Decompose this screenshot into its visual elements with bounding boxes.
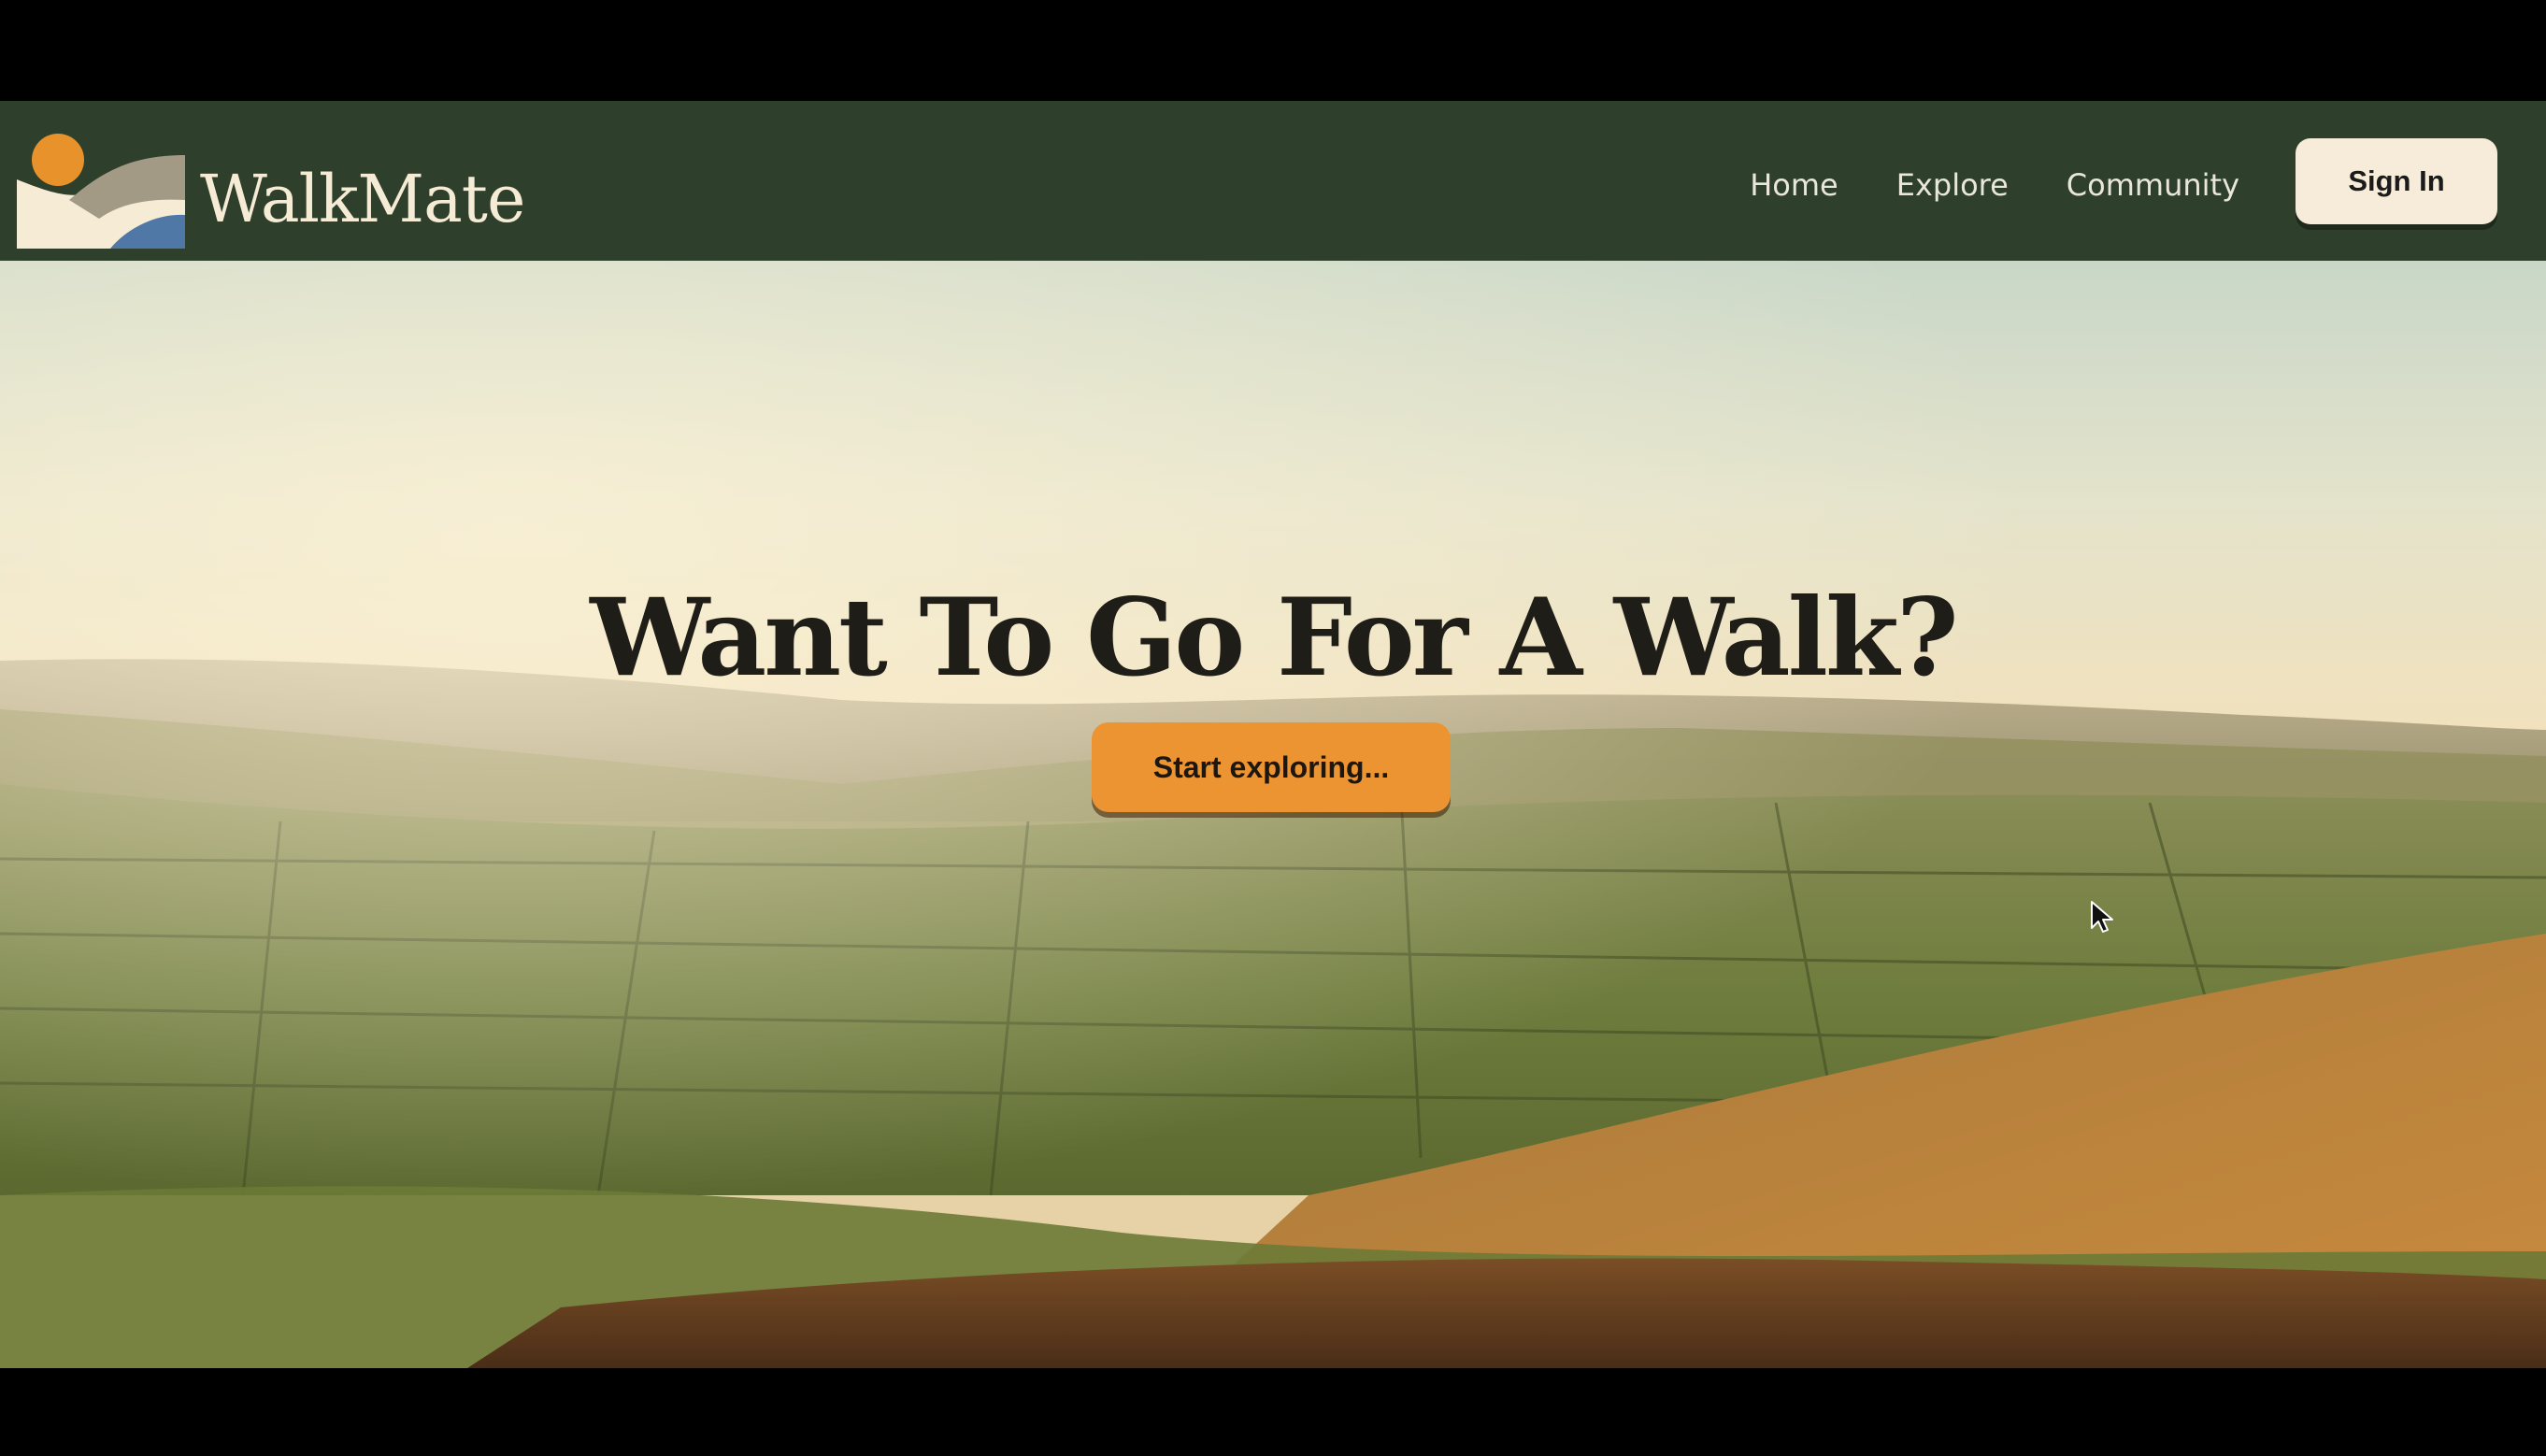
- brand-name: WalkMate: [200, 161, 525, 237]
- sun-hills-logo-icon: [17, 134, 185, 249]
- top-navbar: WalkMate Home Explore Community Sign In: [0, 101, 2546, 261]
- hero-section: Want To Go For A Walk? Start exploring..…: [0, 261, 2546, 1368]
- nav-links: Home Explore Community: [1750, 157, 2239, 213]
- nav-explore-link[interactable]: Explore: [1896, 167, 2009, 203]
- nav-home-link[interactable]: Home: [1750, 167, 1838, 203]
- rolling-hills-landscape-photo: [0, 261, 2546, 1368]
- start-exploring-button[interactable]: Start exploring...: [1092, 722, 1451, 812]
- hero-title: Want To Go For A Walk?: [590, 575, 1958, 701]
- brand-logo[interactable]: WalkMate: [17, 118, 578, 249]
- mouse-pointer-icon: [2091, 901, 2113, 933]
- nav-community-link[interactable]: Community: [2067, 167, 2239, 203]
- sign-in-button[interactable]: Sign In: [2296, 138, 2497, 224]
- letterbox-top: [0, 0, 2546, 101]
- letterbox-bottom: [0, 1368, 2546, 1456]
